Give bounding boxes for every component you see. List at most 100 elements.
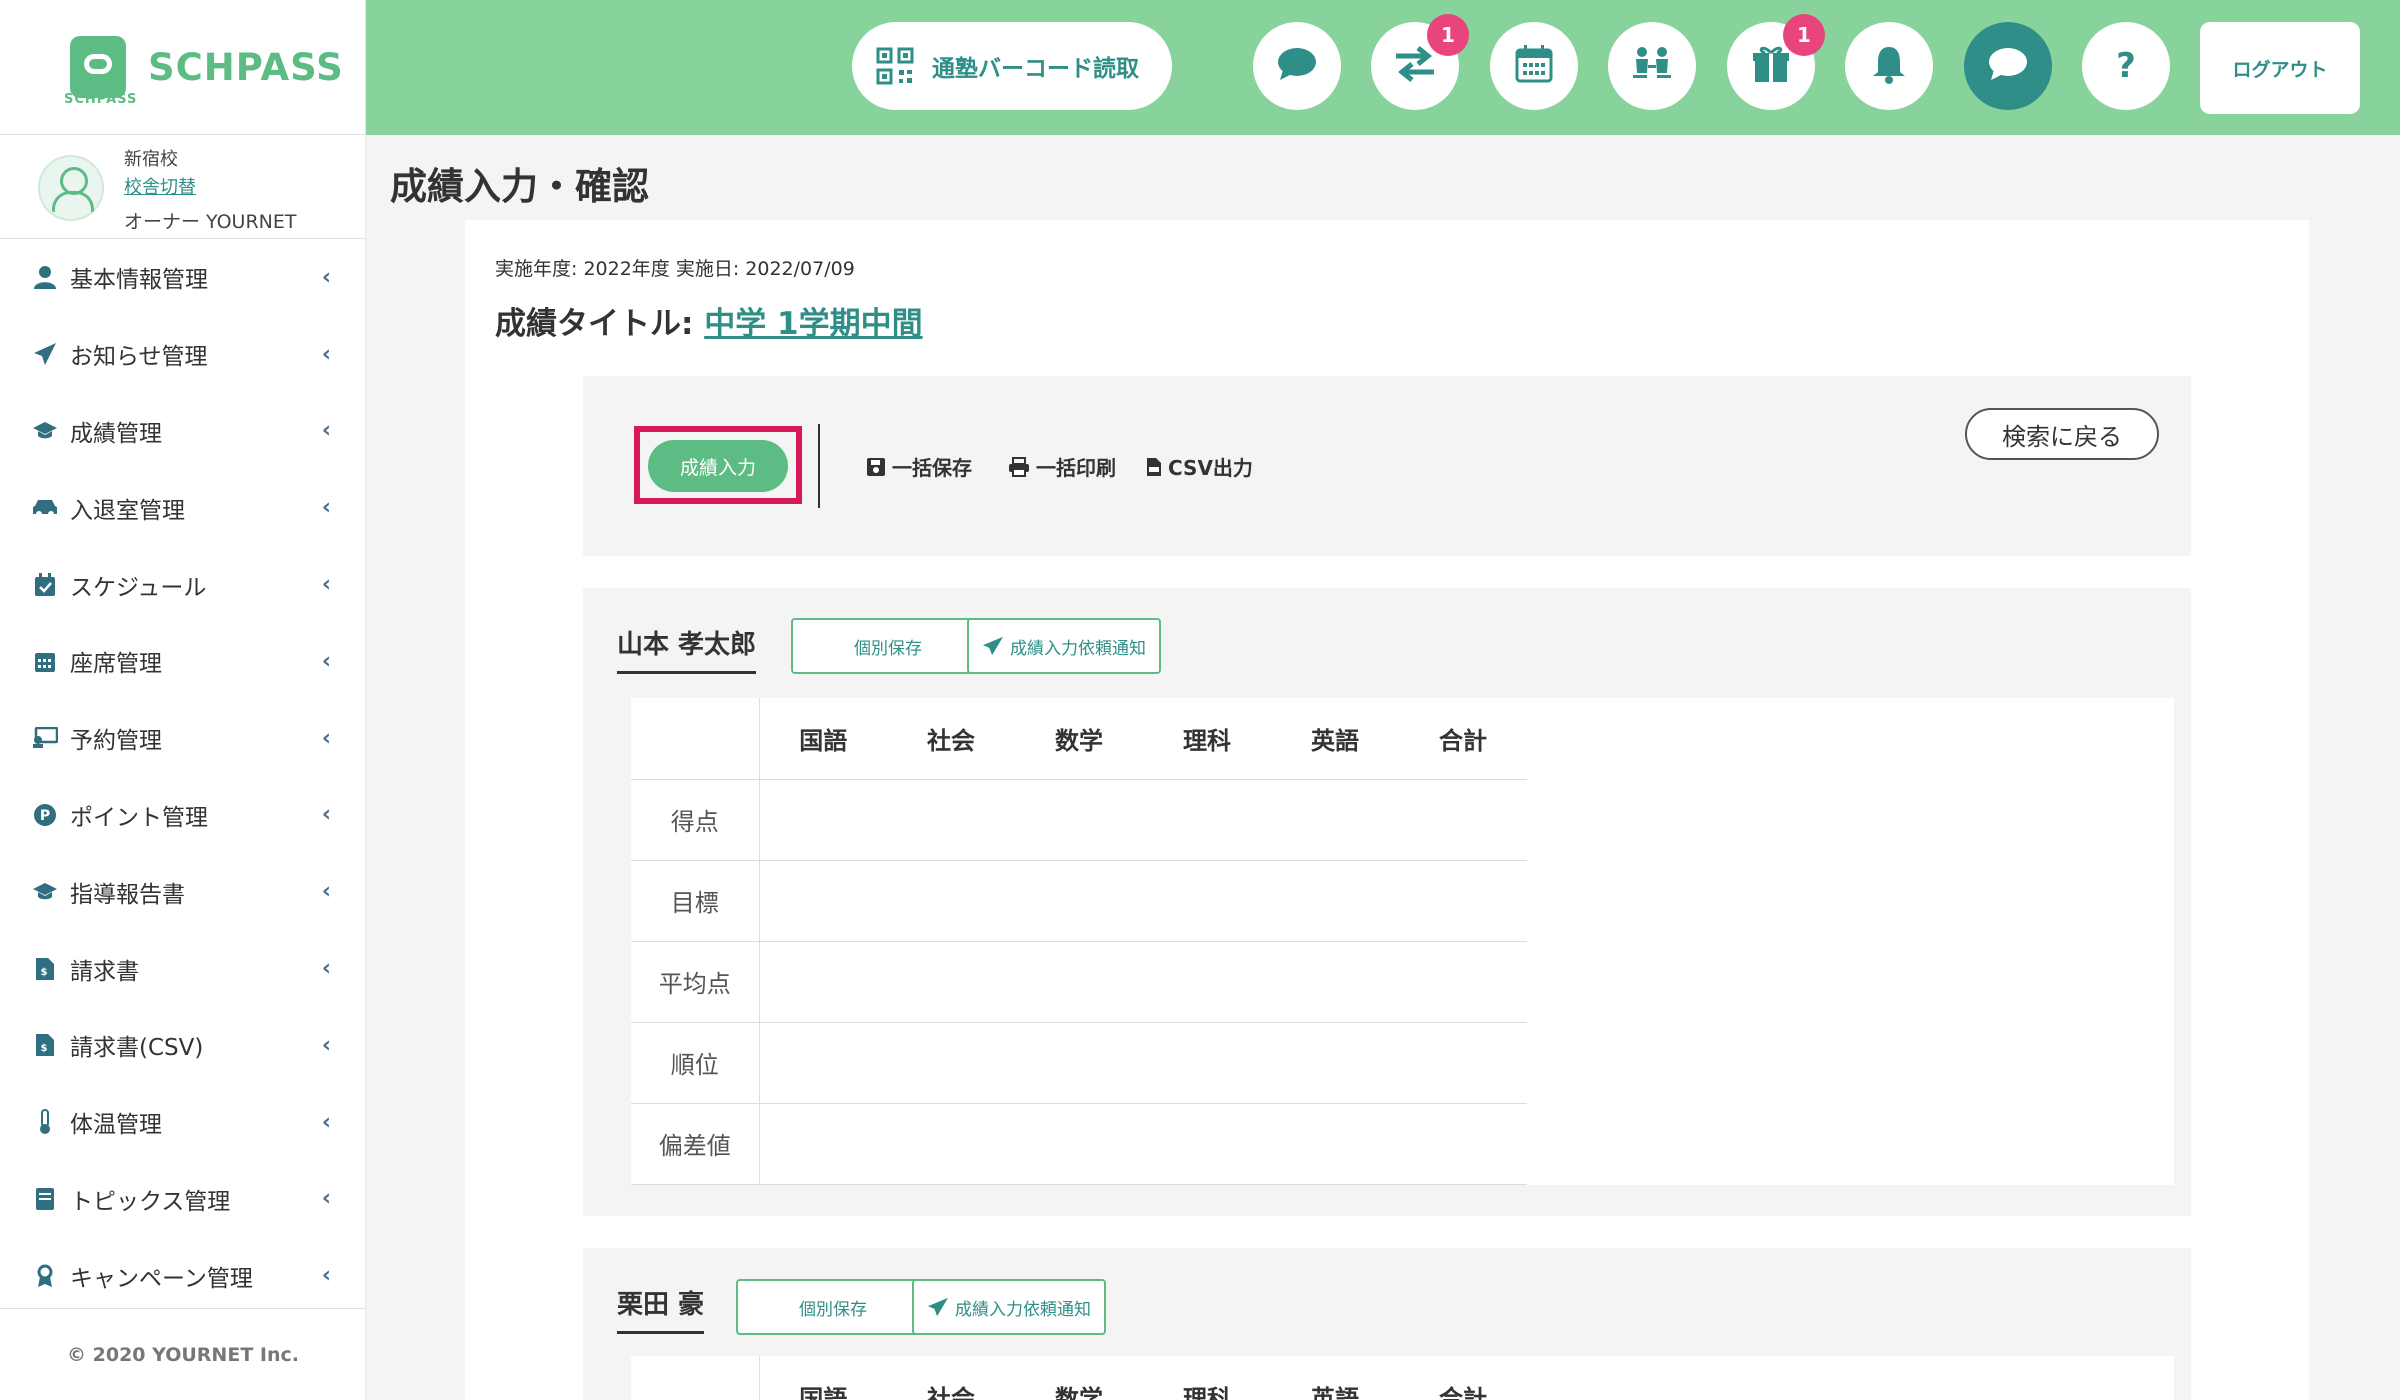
score-cells (759, 860, 1527, 942)
sidebar-item-label: 請求書(CSV) (70, 1035, 204, 1062)
sidebar-item-label: 入退室管理 (70, 497, 185, 524)
sidebar-item-label: 請求書 (70, 958, 139, 985)
logout-button[interactable]: ログアウト (2200, 22, 2360, 114)
table-row: 偏差値 (631, 1103, 1527, 1185)
score-cells (759, 941, 1527, 1023)
save-all-button[interactable]: 一括保存 (866, 452, 972, 481)
calendar-icon (1514, 44, 1554, 88)
chevron-left-icon: ‹ (321, 725, 331, 751)
score-table: 国語 社会 数学 理科 英語 合計 得点 目標 平均点 順位 偏差値 (631, 698, 1527, 1185)
chevron-left-icon: ‹ (321, 572, 331, 598)
sidebar-item-seats[interactable]: 座席管理 ‹ (0, 623, 365, 700)
table-row: 平均点 (631, 941, 1527, 1023)
point-icon: P (32, 802, 58, 828)
score-input-button[interactable]: 成績入力 (648, 440, 788, 492)
subject-header: 国語 (759, 1356, 887, 1400)
calendar-check-icon (32, 572, 58, 598)
logo-text[interactable]: SCHPASS (148, 46, 344, 89)
chevron-left-icon: ‹ (321, 1109, 331, 1135)
sidebar-item-entry-exit[interactable]: 入退室管理 ‹ (0, 469, 365, 546)
print-all-button[interactable]: 一括印刷 (1008, 452, 1116, 481)
printer-icon (1009, 456, 1029, 477)
row-label: 偏差値 (631, 1103, 760, 1185)
score-table-container: 国語 社会 数学 理科 英語 合計 (631, 1356, 2174, 1400)
score-title-link[interactable]: 中学 1学期中間 (704, 306, 922, 342)
schpass-logo-icon[interactable] (70, 36, 126, 98)
chevron-left-icon: ‹ (321, 418, 331, 444)
table-header-row: 国語 社会 数学 理科 英語 合計 (631, 698, 1527, 780)
sidebar-item-label: 成績管理 (70, 420, 162, 447)
grid-calendar-icon (32, 648, 58, 674)
graduation-cap-icon (32, 879, 58, 905)
subject-header: 社会 (887, 1356, 1015, 1400)
graduation-cap-icon (32, 418, 58, 444)
svg-text:P: P (40, 808, 50, 824)
subject-header: 英語 (1271, 698, 1399, 780)
book-icon (32, 1186, 58, 1212)
subject-header: 数学 (1015, 698, 1143, 780)
sidebar-item-topics[interactable]: トピックス管理 ‹ (0, 1161, 365, 1238)
sidebar-item-notice[interactable]: お知らせ管理 ‹ (0, 316, 365, 393)
back-to-search-button[interactable]: 検索に戻る (1965, 408, 2159, 460)
transfer-badge: 1 (1427, 14, 1469, 56)
chevron-left-icon: ‹ (321, 1263, 331, 1289)
chevron-left-icon: ‹ (321, 802, 331, 828)
school-switch-link[interactable]: 校舎切替 (124, 173, 196, 199)
table-corner-cell (631, 1356, 760, 1400)
sidebar-item-reservation[interactable]: 予約管理 ‹ (0, 700, 365, 777)
subject-header: 理科 (1143, 1356, 1271, 1400)
subject-header: 数学 (1015, 1356, 1143, 1400)
sidebar-item-schedule[interactable]: スケジュール ‹ (0, 546, 365, 623)
individual-save-button[interactable]: 個別保存 (791, 618, 985, 674)
score-table: 国語 社会 数学 理科 英語 合計 (631, 1356, 1527, 1400)
chevron-left-icon: ‹ (321, 956, 331, 982)
chevron-left-icon: ‹ (321, 341, 331, 367)
sidebar-item-basic-info[interactable]: 基本情報管理 ‹ (0, 239, 365, 316)
score-request-notify-button[interactable]: 成績入力依頼通知 (967, 618, 1161, 674)
svg-text:$: $ (41, 1043, 48, 1054)
chevron-left-icon: ‹ (321, 495, 331, 521)
toolbar-divider (818, 424, 820, 508)
barcode-scan-label: 通塾バーコード読取 (932, 56, 1139, 82)
sidebar-item-label: お知らせ管理 (70, 344, 208, 371)
calendar-button[interactable] (1490, 22, 1578, 110)
sidebar-item-temperature[interactable]: 体温管理 ‹ (0, 1084, 365, 1161)
notification-button[interactable] (1845, 22, 1933, 110)
student-name: 山本 孝太郎 (617, 624, 757, 674)
chevron-left-icon: ‹ (321, 1032, 331, 1058)
sidebar-item-grades[interactable]: 成績管理 ‹ (0, 393, 365, 470)
logo-area: SCHPASS SCHPASS (0, 0, 365, 135)
table-header-row: 国語 社会 数学 理科 英語 合計 (631, 1356, 1527, 1400)
meeting-button[interactable] (1608, 22, 1696, 110)
chat-bubble-icon (1277, 46, 1317, 86)
user-icon (32, 264, 58, 290)
barcode-scan-button[interactable]: 通塾バーコード読取 (852, 22, 1172, 110)
sidebar-item-invoice[interactable]: $ 請求書 ‹ (0, 930, 365, 1007)
print-all-label: 一括印刷 (1036, 456, 1116, 480)
chevron-left-icon: ‹ (321, 1186, 331, 1212)
sidebar-item-invoice-csv[interactable]: $ 請求書(CSV) ‹ (0, 1007, 365, 1084)
help-button[interactable]: ? (2082, 22, 2170, 110)
subject-header: 社会 (887, 698, 1015, 780)
save-all-label: 一括保存 (892, 456, 972, 480)
gift-button[interactable]: 1 (1727, 14, 1825, 110)
sidebar-item-guidance-report[interactable]: 指導報告書 ‹ (0, 853, 365, 930)
sidebar-item-label: 座席管理 (70, 651, 162, 678)
action-toolbar (583, 376, 2191, 556)
score-request-notify-button[interactable]: 成績入力依頼通知 (912, 1279, 1106, 1335)
chat-button[interactable] (1253, 22, 1341, 110)
qr-code-icon (876, 47, 914, 85)
table-row: 目標 (631, 860, 1527, 942)
transfer-button[interactable]: 1 (1371, 14, 1469, 110)
exam-meta: 実施年度: 2022年度 実施日: 2022/07/09 (495, 258, 855, 280)
sidebar-item-points[interactable]: P ポイント管理 ‹ (0, 777, 365, 854)
chat-bubble-icon (1988, 46, 2028, 86)
csv-export-button[interactable]: CSV出力 (1146, 452, 1253, 481)
score-cells (759, 779, 1527, 861)
sidebar-item-campaign[interactable]: キャンペーン管理 ‹ (0, 1237, 365, 1314)
message-button[interactable] (1964, 22, 2052, 110)
reservation-icon (32, 725, 58, 751)
individual-save-button[interactable]: 個別保存 (736, 1279, 930, 1335)
score-table-container: 国語 社会 数学 理科 英語 合計 得点 目標 平均点 順位 偏差値 (631, 698, 2174, 1185)
floppy-disk-icon (867, 457, 885, 476)
